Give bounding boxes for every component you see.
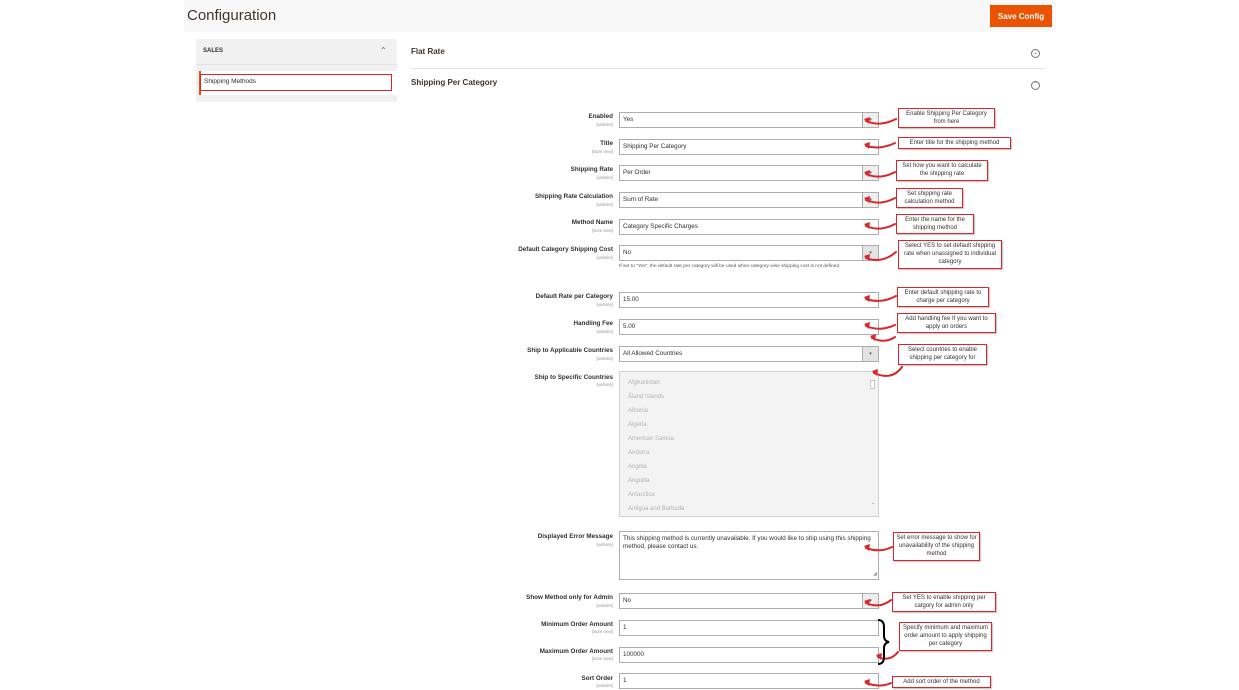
arrow-default-category-cost xyxy=(865,251,897,261)
callout-order-amount: Specify minimum and maximum order amount… xyxy=(899,622,992,651)
arrow-default-rate xyxy=(865,295,897,302)
arrow-admin-only xyxy=(865,599,892,607)
callout-method-name: Enter the name for the shipping method xyxy=(896,214,974,234)
arrow-title xyxy=(865,142,896,149)
callout-shipping-rate: Set how you want to calculate the shippi… xyxy=(896,160,988,181)
arrow-error-message xyxy=(865,546,893,552)
arrow-method-name xyxy=(865,223,896,230)
annotation-arrows xyxy=(864,117,903,687)
arrow-sort-order xyxy=(865,682,892,687)
callout-admin-only: Set YES to enable shipping per catgory f… xyxy=(892,592,996,612)
callout-default-category-cost: Select YES to set default shipping rate … xyxy=(898,240,1002,269)
callout-handling-fee: Add handling fee If you want to apply on… xyxy=(897,313,996,333)
arrow-shipping-rate xyxy=(865,171,896,178)
callout-countries: Select countries to enable shipping per … xyxy=(898,344,987,365)
callout-title: Enter title for the shipping method xyxy=(898,137,1011,149)
arrow-enabled xyxy=(865,118,897,125)
callout-rate-calculation: Set shipping rate calculation method xyxy=(896,188,963,208)
callout-default-rate: Enter default shipping rate to charge pe… xyxy=(897,287,989,307)
callout-sort-order: Add sort order of the method xyxy=(892,676,991,688)
arrow-handling-fee xyxy=(865,324,896,330)
callout-error-message: Set error message to show for unavailabi… xyxy=(893,532,980,561)
arrow-countries xyxy=(873,366,903,377)
callout-enabled: Enable Shipping Per Category from here xyxy=(898,108,995,128)
arrow-rate-calculation xyxy=(865,197,896,204)
